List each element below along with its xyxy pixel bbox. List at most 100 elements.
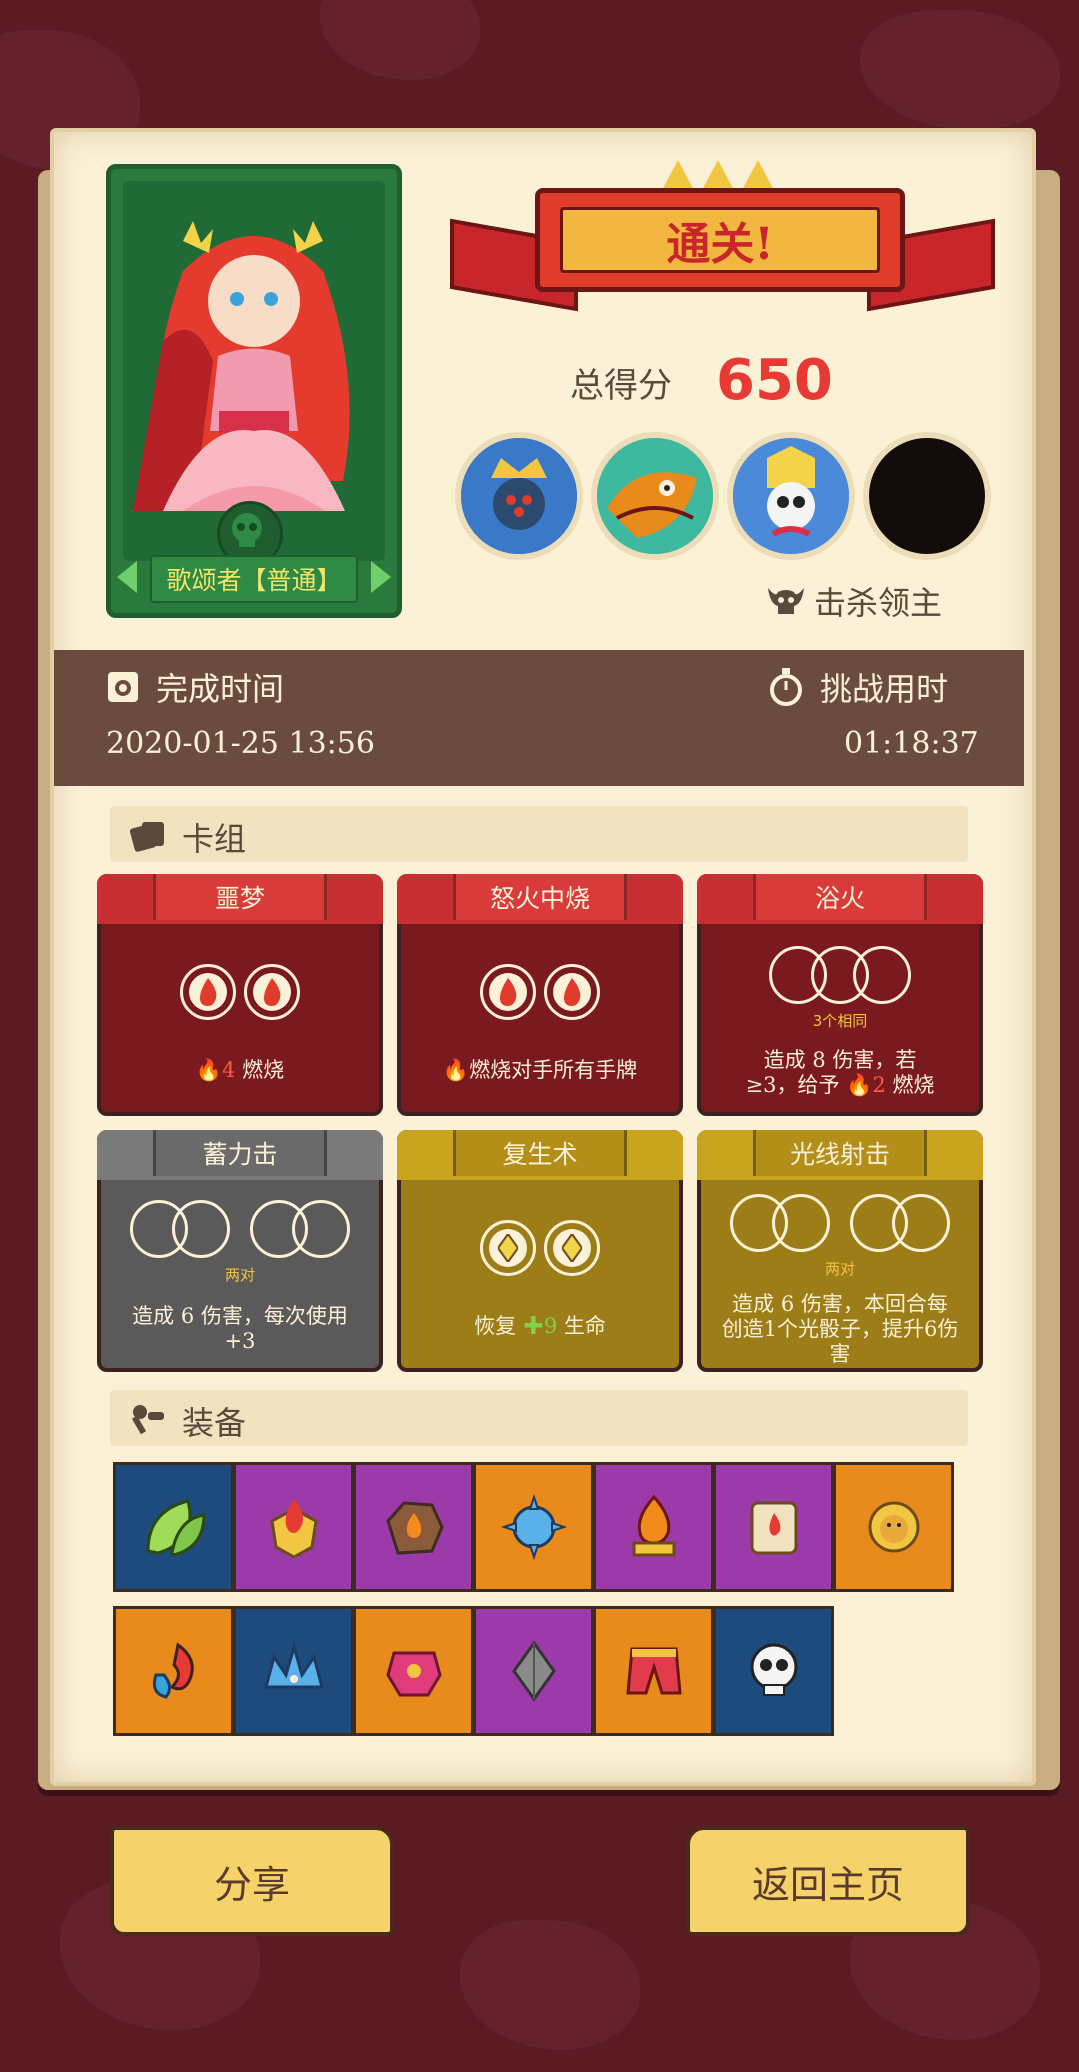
cards-icon — [129, 822, 164, 852]
skill-card-light-shot[interactable]: 光线射击 两对 造成 6 伤害，本回合每 创造1个光骰子，提升6伤 害 — [697, 1130, 983, 1372]
complete-time-value: 2020-01-25 13:56 — [106, 726, 375, 761]
pair-die-slot — [850, 1194, 950, 1252]
grey-crystal-icon — [511, 1640, 556, 1702]
card-tab: 噩梦 — [153, 874, 327, 920]
bg-decoration — [320, 0, 480, 80]
complete-time-label: 完成时间 — [156, 670, 285, 708]
bg-decoration — [860, 10, 1060, 130]
card-header: 怒火中烧 — [397, 874, 683, 924]
empty-die — [172, 1200, 230, 1258]
hero-prev-arrow-icon[interactable] — [117, 561, 137, 593]
card-header: 噩梦 — [97, 874, 383, 924]
leaf-icon — [145, 1499, 206, 1557]
deck-section-header: 卡组 — [110, 806, 968, 862]
dice-condition: 两对 — [224, 1266, 255, 1284]
empty-die — [853, 946, 911, 1004]
fire-scroll-icon — [750, 1501, 797, 1555]
equipment-slot[interactable] — [113, 1606, 234, 1736]
effect-line-1: 造成 8 伤害，若 — [763, 1048, 917, 1072]
lion-belt-icon — [868, 1501, 919, 1553]
empty-die — [772, 1194, 830, 1252]
fire-die — [180, 964, 236, 1020]
boss-portrait-2[interactable] — [591, 432, 719, 560]
time-bar: 完成时间 2020-01-25 13:56 挑战用时 01:18:37 — [54, 650, 1024, 786]
fire-rock-icon — [385, 1501, 444, 1555]
horned-skull-icon — [768, 588, 804, 614]
calendar-icon — [108, 672, 138, 702]
stopwatch-icon — [770, 668, 802, 706]
ice-crown-icon — [263, 1641, 324, 1689]
fire-icon — [200, 978, 217, 1006]
burn-amount: 4 — [222, 1058, 236, 1082]
boss-portrait-1[interactable] — [455, 432, 583, 560]
burn-amount: 2 — [872, 1073, 886, 1097]
skill-card-fire-bath[interactable]: 浴火 3个相同 造成 8 伤害，若 ≥3，给予 🔥2 燃烧 — [697, 874, 983, 1116]
burn-icon: 🔥 — [442, 1058, 470, 1082]
dice-slots — [701, 1194, 979, 1252]
card-header: 浴火 — [697, 874, 983, 924]
diamond-die — [480, 1220, 536, 1276]
equipment-slot[interactable] — [353, 1462, 474, 1592]
fire-die — [244, 964, 300, 1020]
equipment-slot[interactable] — [593, 1462, 714, 1592]
victory-title: 通关! — [666, 219, 774, 270]
equipment-slot[interactable] — [713, 1462, 834, 1592]
card-header: 蓄力击 — [97, 1130, 383, 1180]
diamond-die — [544, 1220, 600, 1276]
card-effect: 造成 6 伤害，每次使用 +3 — [115, 1304, 365, 1354]
hero-card[interactable]: 歌颂者【普通】 — [106, 164, 402, 618]
effect-line-2: 创造1个光骰子，提升6伤 — [721, 1317, 959, 1341]
hero-next-arrow-icon[interactable] — [371, 561, 391, 593]
empty-die — [292, 1200, 350, 1258]
equipment-slot[interactable] — [593, 1606, 714, 1736]
score-label: 总得分 — [570, 366, 672, 406]
card-effect: 🔥燃烧对手所有手牌 — [415, 1058, 665, 1083]
equipment-slot[interactable] — [233, 1606, 354, 1736]
ribbon-main: 通关! — [535, 188, 905, 292]
skill-card-rage[interactable]: 怒火中烧 🔥燃烧对手所有手牌 — [397, 874, 683, 1116]
equipment-section-header: 装备 — [110, 1390, 968, 1446]
share-button[interactable]: 分享 — [110, 1826, 394, 1936]
card-effect: 造成 8 伤害，若 ≥3，给予 🔥2 燃烧 — [715, 1048, 965, 1098]
card-title: 怒火中烧 — [489, 884, 590, 913]
red-pants-icon — [625, 1647, 682, 1695]
fire-die — [480, 964, 536, 1020]
burn-icon: 🔥 — [846, 1073, 873, 1097]
boss-portrait-locked — [863, 432, 991, 560]
card-tab: 怒火中烧 — [453, 874, 627, 920]
ice-mace-icon — [500, 1493, 567, 1561]
equipment-slot[interactable] — [353, 1606, 474, 1736]
effect-text: 燃烧 — [242, 1058, 285, 1082]
equipment-slot[interactable] — [713, 1606, 834, 1736]
hero-name-bar: 歌颂者【普通】 — [111, 549, 397, 603]
card-effect: 恢复 ✚9 生命 — [474, 1314, 606, 1338]
effect-line-1: 造成 6 伤害，每次使用 — [132, 1304, 348, 1328]
heal-amount: 9 — [543, 1314, 558, 1338]
pair-die-slot — [250, 1200, 350, 1258]
dice-slots — [401, 1220, 679, 1276]
deck-title: 卡组 — [182, 820, 247, 858]
jeweled-armor-icon — [385, 1651, 442, 1697]
equipment-slot[interactable] — [473, 1462, 594, 1592]
dice-slots — [101, 964, 379, 1020]
equipment-slot[interactable] — [833, 1462, 954, 1592]
kill-label-text: 击杀领主 — [814, 584, 943, 622]
skill-card-charge-strike[interactable]: 蓄力击 两对 造成 6 伤害，每次使用 +3 — [97, 1130, 383, 1372]
triple-die-slot — [769, 946, 911, 1004]
boss-portrait-3[interactable] — [727, 432, 855, 560]
hero-name: 歌颂者【普通】 — [150, 555, 358, 603]
home-button[interactable]: 返回主页 — [686, 1826, 970, 1936]
equipment-slot[interactable] — [233, 1462, 354, 1592]
skill-card-revive[interactable]: 复生术 恢复 ✚9 生命 — [397, 1130, 683, 1372]
equipment-slot[interactable] — [473, 1606, 594, 1736]
kill-boss-label: 击杀领主 — [766, 578, 942, 624]
skill-card-nightmare[interactable]: 噩梦 🔥4 燃烧 — [97, 874, 383, 1116]
fire-altar-icon — [632, 1494, 675, 1557]
total-score: 总得分 650 — [570, 348, 870, 413]
equipment-icon — [131, 1405, 164, 1435]
card-header: 光线射击 — [697, 1130, 983, 1180]
ribbon-inner: 通关! — [560, 207, 880, 273]
home-label: 返回主页 — [751, 1862, 904, 1907]
equipment-slot[interactable] — [113, 1462, 234, 1592]
effect-line-1: 造成 6 伤害，本回合每 — [732, 1292, 948, 1316]
